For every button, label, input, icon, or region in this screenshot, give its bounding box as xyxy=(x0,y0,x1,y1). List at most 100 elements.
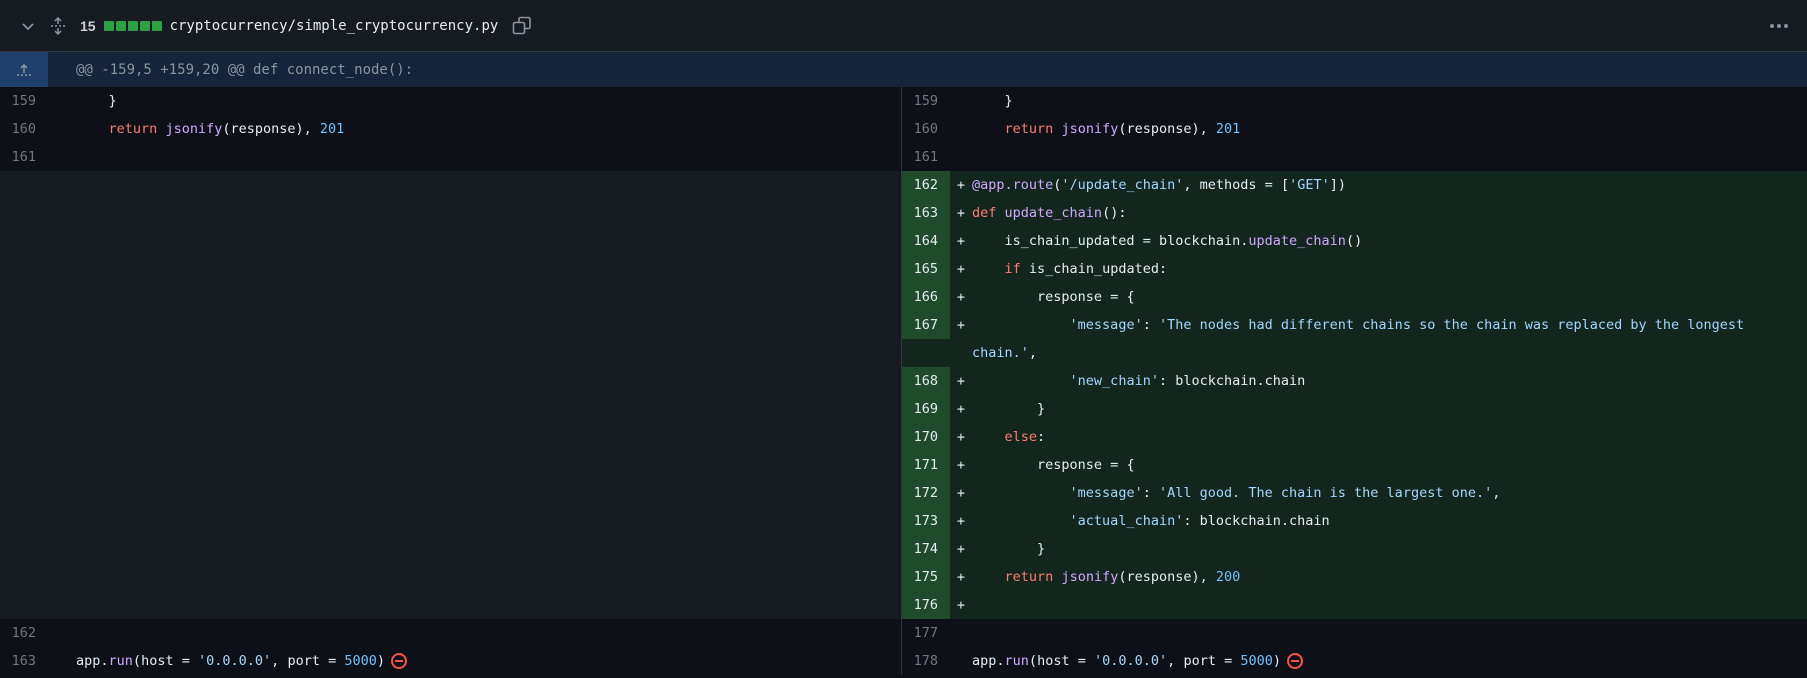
file-header: 15 cryptocurrency/simple_cryptocurrency.… xyxy=(0,0,1807,52)
context-line: 178 app.run(host = '0.0.0.0', port = 5000… xyxy=(902,647,1807,675)
diff-sign: + xyxy=(956,597,966,613)
code-text: def update_chain(): xyxy=(972,205,1127,221)
code-text: else: xyxy=(1004,429,1046,445)
diff-sign: + xyxy=(956,233,966,249)
context-line: 159 } xyxy=(902,87,1807,115)
line-number[interactable]: 170 xyxy=(902,423,950,451)
context-line: 161 xyxy=(902,143,1807,171)
code-text: return jsonify(response), 200 xyxy=(1004,569,1241,585)
diff-sign: + xyxy=(956,401,966,417)
code-text: } xyxy=(108,93,117,109)
code-text: app.run(host = '0.0.0.0', port = 5000) xyxy=(48,647,901,675)
line-number[interactable]: 163 xyxy=(902,199,950,227)
no-entry-icon xyxy=(1287,653,1304,669)
line-number[interactable]: 163 xyxy=(0,647,48,675)
line-number[interactable]: 177 xyxy=(902,619,950,647)
added-line: 169 + } xyxy=(902,395,1807,423)
diff-sign: + xyxy=(956,429,966,445)
code-text: } xyxy=(1037,401,1046,417)
line-number[interactable]: 160 xyxy=(0,115,48,143)
added-line: 163 + def update_chain(): xyxy=(902,199,1807,227)
line-number[interactable]: 159 xyxy=(0,87,48,115)
diff-sign: + xyxy=(956,177,966,193)
diff-sign: + xyxy=(956,373,966,389)
context-line: 159 } xyxy=(0,87,901,115)
diff-sign: + xyxy=(956,513,966,529)
line-number[interactable]: 164 xyxy=(902,227,950,255)
diff-sign: + xyxy=(956,289,966,305)
kebab-horizontal-icon[interactable] xyxy=(1767,14,1791,38)
diff-left-side: 159 } 160 return jsonify(response), 201 16… xyxy=(0,87,902,675)
added-line: 173 + 'actual_chain': blockchain.chain xyxy=(902,507,1807,535)
diff-sign: + xyxy=(956,261,966,277)
context-line: 160 return jsonify(response), 201 xyxy=(902,115,1807,143)
added-line: 168 + 'new_chain': blockchain.chain xyxy=(902,367,1807,395)
chevron-down-icon[interactable] xyxy=(16,14,40,38)
line-number[interactable]: 159 xyxy=(902,87,950,115)
line-number[interactable]: 173 xyxy=(902,507,950,535)
diff-sign: + xyxy=(956,569,966,585)
line-number[interactable]: 171 xyxy=(902,451,950,479)
expand-arrows-icon[interactable] xyxy=(46,14,70,38)
added-line: 174 + } xyxy=(902,535,1807,563)
context-line: 161 xyxy=(0,143,901,171)
line-number[interactable]: 160 xyxy=(902,115,950,143)
context-line: 160 return jsonify(response), 201 xyxy=(0,115,901,143)
file-path[interactable]: cryptocurrency/simple_cryptocurrency.py xyxy=(170,18,499,34)
added-line: 164 + is_chain_updated = blockchain.updat… xyxy=(902,227,1807,255)
code-text: response = { xyxy=(1037,289,1135,305)
added-line: 172 + 'message': 'All good. The chain is … xyxy=(902,479,1807,507)
diff-sign: + xyxy=(956,205,966,221)
diff-sign: + xyxy=(956,541,966,557)
code-text: } xyxy=(1037,541,1046,557)
code-text: } xyxy=(1004,93,1013,109)
code-text: return jsonify(response), 201 xyxy=(1004,121,1241,137)
copy-icon[interactable] xyxy=(510,14,534,38)
line-number[interactable]: 175 xyxy=(902,563,950,591)
code-text: 'message': 'The nodes had different chai… xyxy=(972,317,1753,361)
hunk-header: @@ -159,5 +159,20 @@ def connect_node(): xyxy=(0,52,1807,87)
added-line: 167 + 'message': 'The nodes had different… xyxy=(902,311,1807,367)
line-number[interactable]: 165 xyxy=(902,255,950,283)
code-text: is_chain_updated = blockchain.update_cha… xyxy=(1004,233,1363,249)
empty-filler xyxy=(0,171,901,619)
diff-right-side: 159 } 160 return jsonify(response), 201 16… xyxy=(902,87,1807,675)
line-number[interactable]: 161 xyxy=(902,143,950,171)
code-text: 'new_chain': blockchain.chain xyxy=(1069,373,1306,389)
context-line: 177 xyxy=(902,619,1807,647)
added-line: 175 + return jsonify(response), 200 xyxy=(902,563,1807,591)
line-number[interactable]: 172 xyxy=(902,479,950,507)
added-line: 170 + else: xyxy=(902,423,1807,451)
line-number[interactable]: 168 xyxy=(902,367,950,395)
line-number[interactable]: 167 xyxy=(902,311,950,339)
line-number[interactable]: 166 xyxy=(902,283,950,311)
line-number[interactable]: 174 xyxy=(902,535,950,563)
added-line: 171 + response = { xyxy=(902,451,1807,479)
added-line: 176 + xyxy=(902,591,1807,619)
changes-count: 15 xyxy=(80,17,96,34)
context-line: 162 xyxy=(0,619,901,647)
line-number[interactable]: 161 xyxy=(0,143,48,171)
code-text: return jsonify(response), 201 xyxy=(108,121,345,137)
expand-up-icon[interactable] xyxy=(0,52,48,87)
code-text: 'message': 'All good. The chain is the l… xyxy=(1069,485,1501,501)
line-number[interactable]: 169 xyxy=(902,395,950,423)
diffstat-blocks xyxy=(103,20,162,31)
diff-sign: + xyxy=(956,457,966,473)
added-line: 165 + if is_chain_updated: xyxy=(902,255,1807,283)
line-number[interactable]: 176 xyxy=(902,591,950,619)
diff-sign: + xyxy=(956,317,966,333)
context-line: 163 app.run(host = '0.0.0.0', port = 5000… xyxy=(0,647,901,675)
diff-sign: + xyxy=(956,485,966,501)
line-number[interactable]: 178 xyxy=(902,647,950,675)
code-text: response = { xyxy=(1037,457,1135,473)
hunk-header-text: @@ -159,5 +159,20 @@ def connect_node(): xyxy=(76,61,414,78)
code-text: @app.route('/update_chain', methods = ['… xyxy=(972,177,1346,193)
code-text: app.run(host = '0.0.0.0', port = 5000) xyxy=(972,647,1807,675)
added-line: 166 + response = { xyxy=(902,283,1807,311)
no-entry-icon xyxy=(391,653,408,669)
code-text: if is_chain_updated: xyxy=(1004,261,1168,277)
added-line: 162 + @app.route('/update_chain', methods … xyxy=(902,171,1807,199)
line-number[interactable]: 162 xyxy=(902,171,950,199)
line-number[interactable]: 162 xyxy=(0,619,48,647)
